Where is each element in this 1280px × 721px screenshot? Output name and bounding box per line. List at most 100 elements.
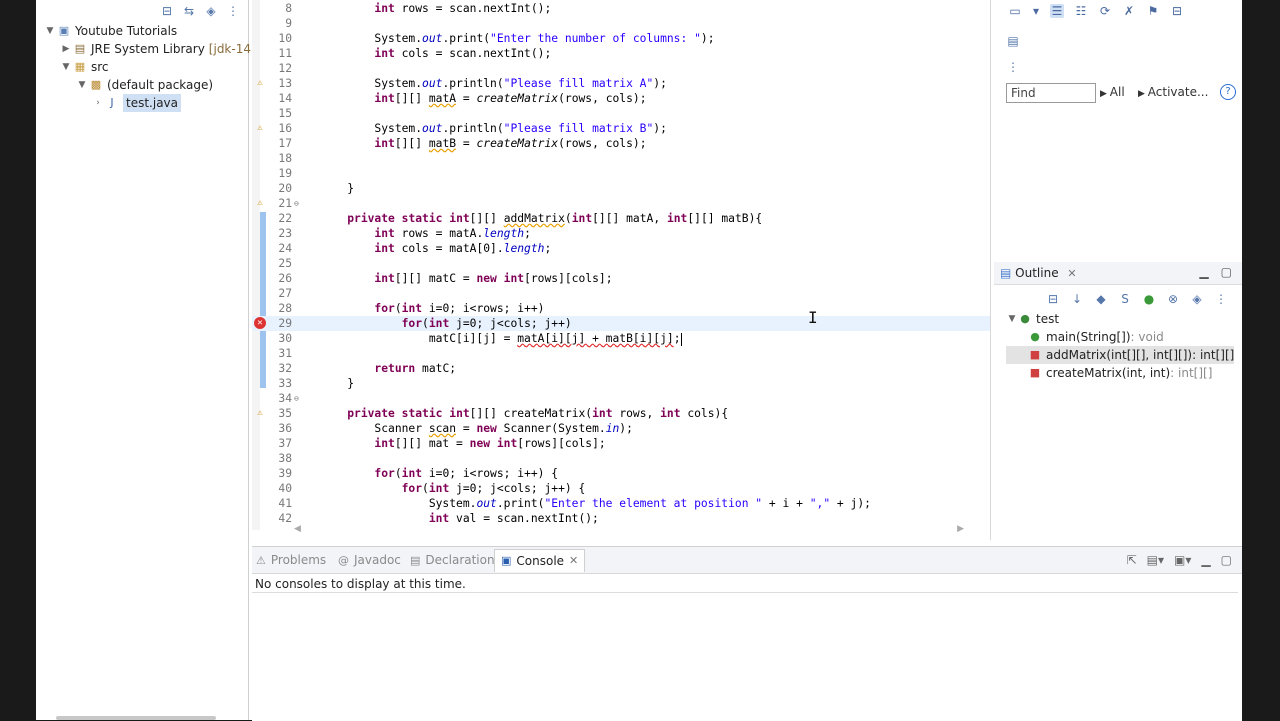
sync-icon[interactable]: ⟳	[1098, 4, 1112, 18]
show-active-icon[interactable]: ⚑	[1146, 4, 1160, 18]
code-line[interactable]: 36 Scanner scan = new Scanner(System.in)…	[252, 421, 990, 436]
code-line[interactable]: 34 ⊖	[252, 391, 990, 406]
chevron-down-icon[interactable]: ▼	[1006, 310, 1018, 328]
code-line[interactable]: 22 private static int[][] addMatrix(int[…	[252, 211, 990, 226]
horizontal-scrollbar[interactable]	[56, 716, 216, 720]
code-line[interactable]: 31	[252, 346, 990, 361]
maximize-icon[interactable]: ▢	[1221, 265, 1232, 279]
tree-item-project[interactable]: ▼ ▣ Youtube Tutorials	[44, 22, 266, 40]
code-line[interactable]: ⚠ 13 System.out.println("Please fill matr…	[252, 76, 990, 91]
code-line[interactable]: 14 int[][] matA = createMatrix(rows, col…	[252, 91, 990, 106]
code-line[interactable]: 41 System.out.print("Enter the element a…	[252, 496, 990, 511]
link-editor-icon[interactable]: ⇆	[182, 4, 196, 18]
activate-link[interactable]: ▶ Activate...	[1138, 85, 1208, 99]
close-icon[interactable]: ✕	[1067, 267, 1076, 280]
code-text[interactable]: int cols = matA[0].length;	[320, 241, 551, 256]
code-line[interactable]: 26 int[][] matC = new int[rows][cols];	[252, 271, 990, 286]
editor-horizontal-scrollbar[interactable]: ◀ ▶	[294, 524, 964, 536]
code-text[interactable]: for(int j=0; j<cols; j++)	[320, 316, 572, 331]
code-line[interactable]: 27	[252, 286, 990, 301]
code-text[interactable]: int rows = matA.length;	[320, 226, 530, 241]
code-line[interactable]: 40 for(int j=0; j<cols; j++) {	[252, 481, 990, 496]
code-line[interactable]: 20 }	[252, 181, 990, 196]
code-text[interactable]: System.out.println("Please fill matrix A…	[320, 76, 667, 91]
code-line[interactable]: 28 for(int i=0; i<rows; i++)	[252, 301, 990, 316]
code-text[interactable]: Scanner scan = new Scanner(System.in);	[320, 421, 633, 436]
chevron-right-icon[interactable]: ›	[92, 94, 104, 112]
task-find-input[interactable]: Find	[1006, 83, 1096, 103]
chevron-down-icon[interactable]: ▼	[60, 58, 72, 76]
view-menu-icon[interactable]: ⋮	[226, 4, 240, 18]
code-line[interactable]: 19	[252, 166, 990, 181]
hide-fields-icon[interactable]: ◆	[1094, 292, 1108, 306]
code-line[interactable]: 8 int rows = scan.nextInt();	[252, 1, 990, 16]
code-line[interactable]: 18	[252, 151, 990, 166]
code-text[interactable]: }	[320, 181, 354, 196]
maximize-icon[interactable]: ▢	[1221, 553, 1232, 567]
categorized-icon[interactable]: ☰	[1050, 4, 1064, 18]
code-text[interactable]: matC[i][j] = matA[i][j] + matB[i][j];	[320, 331, 682, 346]
chevron-down-icon[interactable]: ▼	[76, 76, 88, 94]
code-text[interactable]: for(int j=0; j<cols; j++) {	[320, 481, 586, 496]
scroll-left-icon[interactable]: ◀	[294, 524, 301, 534]
tree-item-default-package[interactable]: ▼ ▩ (default package)	[44, 76, 266, 94]
tab-javadoc[interactable]: @ Javadoc	[338, 553, 401, 567]
fold-icon[interactable]: ⊖	[294, 196, 304, 211]
repository-icon[interactable]: ▤	[1006, 34, 1020, 48]
code-text[interactable]: System.out.print("Enter the element at p…	[320, 496, 871, 511]
minimize-icon[interactable]: ▁	[1199, 265, 1208, 279]
hide-static-icon[interactable]: S	[1118, 292, 1132, 306]
code-line[interactable]: ⚠ 35 private static int[][] createMatrix(…	[252, 406, 990, 421]
code-text[interactable]: return matC;	[320, 361, 456, 376]
code-line[interactable]: ⚠ 16 System.out.println("Please fill matr…	[252, 121, 990, 136]
code-text[interactable]: int cols = scan.nextInt();	[320, 46, 551, 61]
tree-item-src[interactable]: ▼ ▦ src	[44, 58, 266, 76]
dropdown-icon[interactable]: ▾	[1032, 4, 1040, 18]
code-line[interactable]: 30 matC[i][j] = matA[i][j] + matB[i][j];	[252, 331, 990, 346]
filter-icon[interactable]: ◈	[204, 4, 218, 18]
code-text[interactable]: int rows = scan.nextInt();	[320, 1, 551, 16]
code-line[interactable]: 25	[252, 256, 990, 271]
collapse-icon[interactable]: ⊟	[1170, 4, 1184, 18]
code-text[interactable]: private static int[][] addMatrix(int[][]…	[320, 211, 762, 226]
focus-icon[interactable]: ◈	[1190, 292, 1204, 306]
new-task-icon[interactable]: ▭	[1008, 4, 1022, 18]
code-line[interactable]: 11 int cols = scan.nextInt();	[252, 46, 990, 61]
tab-declaration[interactable]: ▤ Declaration	[410, 553, 495, 567]
tab-console[interactable]: ▣ Console ✕	[494, 549, 586, 572]
chevron-right-icon[interactable]: ▶	[60, 40, 72, 58]
all-link[interactable]: ▶ All	[1100, 85, 1125, 99]
code-line[interactable]: 24 int cols = matA[0].length;	[252, 241, 990, 256]
tree-item-test-java[interactable]: › J test.java	[44, 94, 266, 112]
code-line[interactable]: 23 int rows = matA.length;	[252, 226, 990, 241]
more-icon[interactable]: ⋮	[1006, 60, 1020, 74]
code-line[interactable]: 10 System.out.print("Enter the number of…	[252, 31, 990, 46]
tab-problems[interactable]: ⚠ Problems	[256, 553, 326, 567]
outline-method-selected[interactable]: ■ addMatrix(int[][], int[][]) : int[][]	[1006, 346, 1235, 364]
tree-item-jre[interactable]: ▶ ▤ JRE System Library [jdk-14.0.	[44, 40, 267, 58]
code-line[interactable]: 39 for(int i=0; i<rows; i++) {	[252, 466, 990, 481]
minimize-icon[interactable]: ▁	[1201, 553, 1210, 567]
code-line[interactable]: 37 int[][] mat = new int[rows][cols];	[252, 436, 990, 451]
code-text[interactable]: int[][] mat = new int[rows][cols];	[320, 436, 605, 451]
help-icon[interactable]: ?	[1220, 84, 1236, 100]
collapse-all-icon[interactable]: ⊟	[1046, 292, 1060, 306]
chevron-down-icon[interactable]: ▼	[44, 22, 56, 40]
outline-class[interactable]: ▼ ● test	[1006, 310, 1234, 328]
code-text[interactable]: int[][] matC = new int[rows][cols];	[320, 271, 612, 286]
collapse-all-icon[interactable]: ⊟	[160, 4, 174, 18]
hide-local-types-icon[interactable]: ⊗	[1166, 292, 1180, 306]
code-text[interactable]: System.out.print("Enter the number of co…	[320, 31, 714, 46]
view-menu-icon[interactable]: ⋮	[1214, 292, 1228, 306]
code-line[interactable]: 32 return matC;	[252, 361, 990, 376]
fold-icon[interactable]: ⊖	[294, 391, 304, 406]
pin-console-icon[interactable]: ⇱	[1127, 553, 1137, 567]
scroll-right-icon[interactable]: ▶	[957, 524, 964, 534]
code-text[interactable]: for(int i=0; i<rows; i++)	[320, 301, 544, 316]
code-line[interactable]: 9	[252, 16, 990, 31]
display-console-icon[interactable]: ▤▾	[1147, 553, 1164, 567]
tab-outline[interactable]: ▤ Outline ✕	[1000, 266, 1077, 280]
code-line[interactable]: ✕ 29 for(int j=0; j<cols; j++)	[252, 316, 990, 331]
sort-icon[interactable]: ↓	[1070, 292, 1084, 306]
code-text[interactable]: for(int i=0; i<rows; i++) {	[320, 466, 558, 481]
